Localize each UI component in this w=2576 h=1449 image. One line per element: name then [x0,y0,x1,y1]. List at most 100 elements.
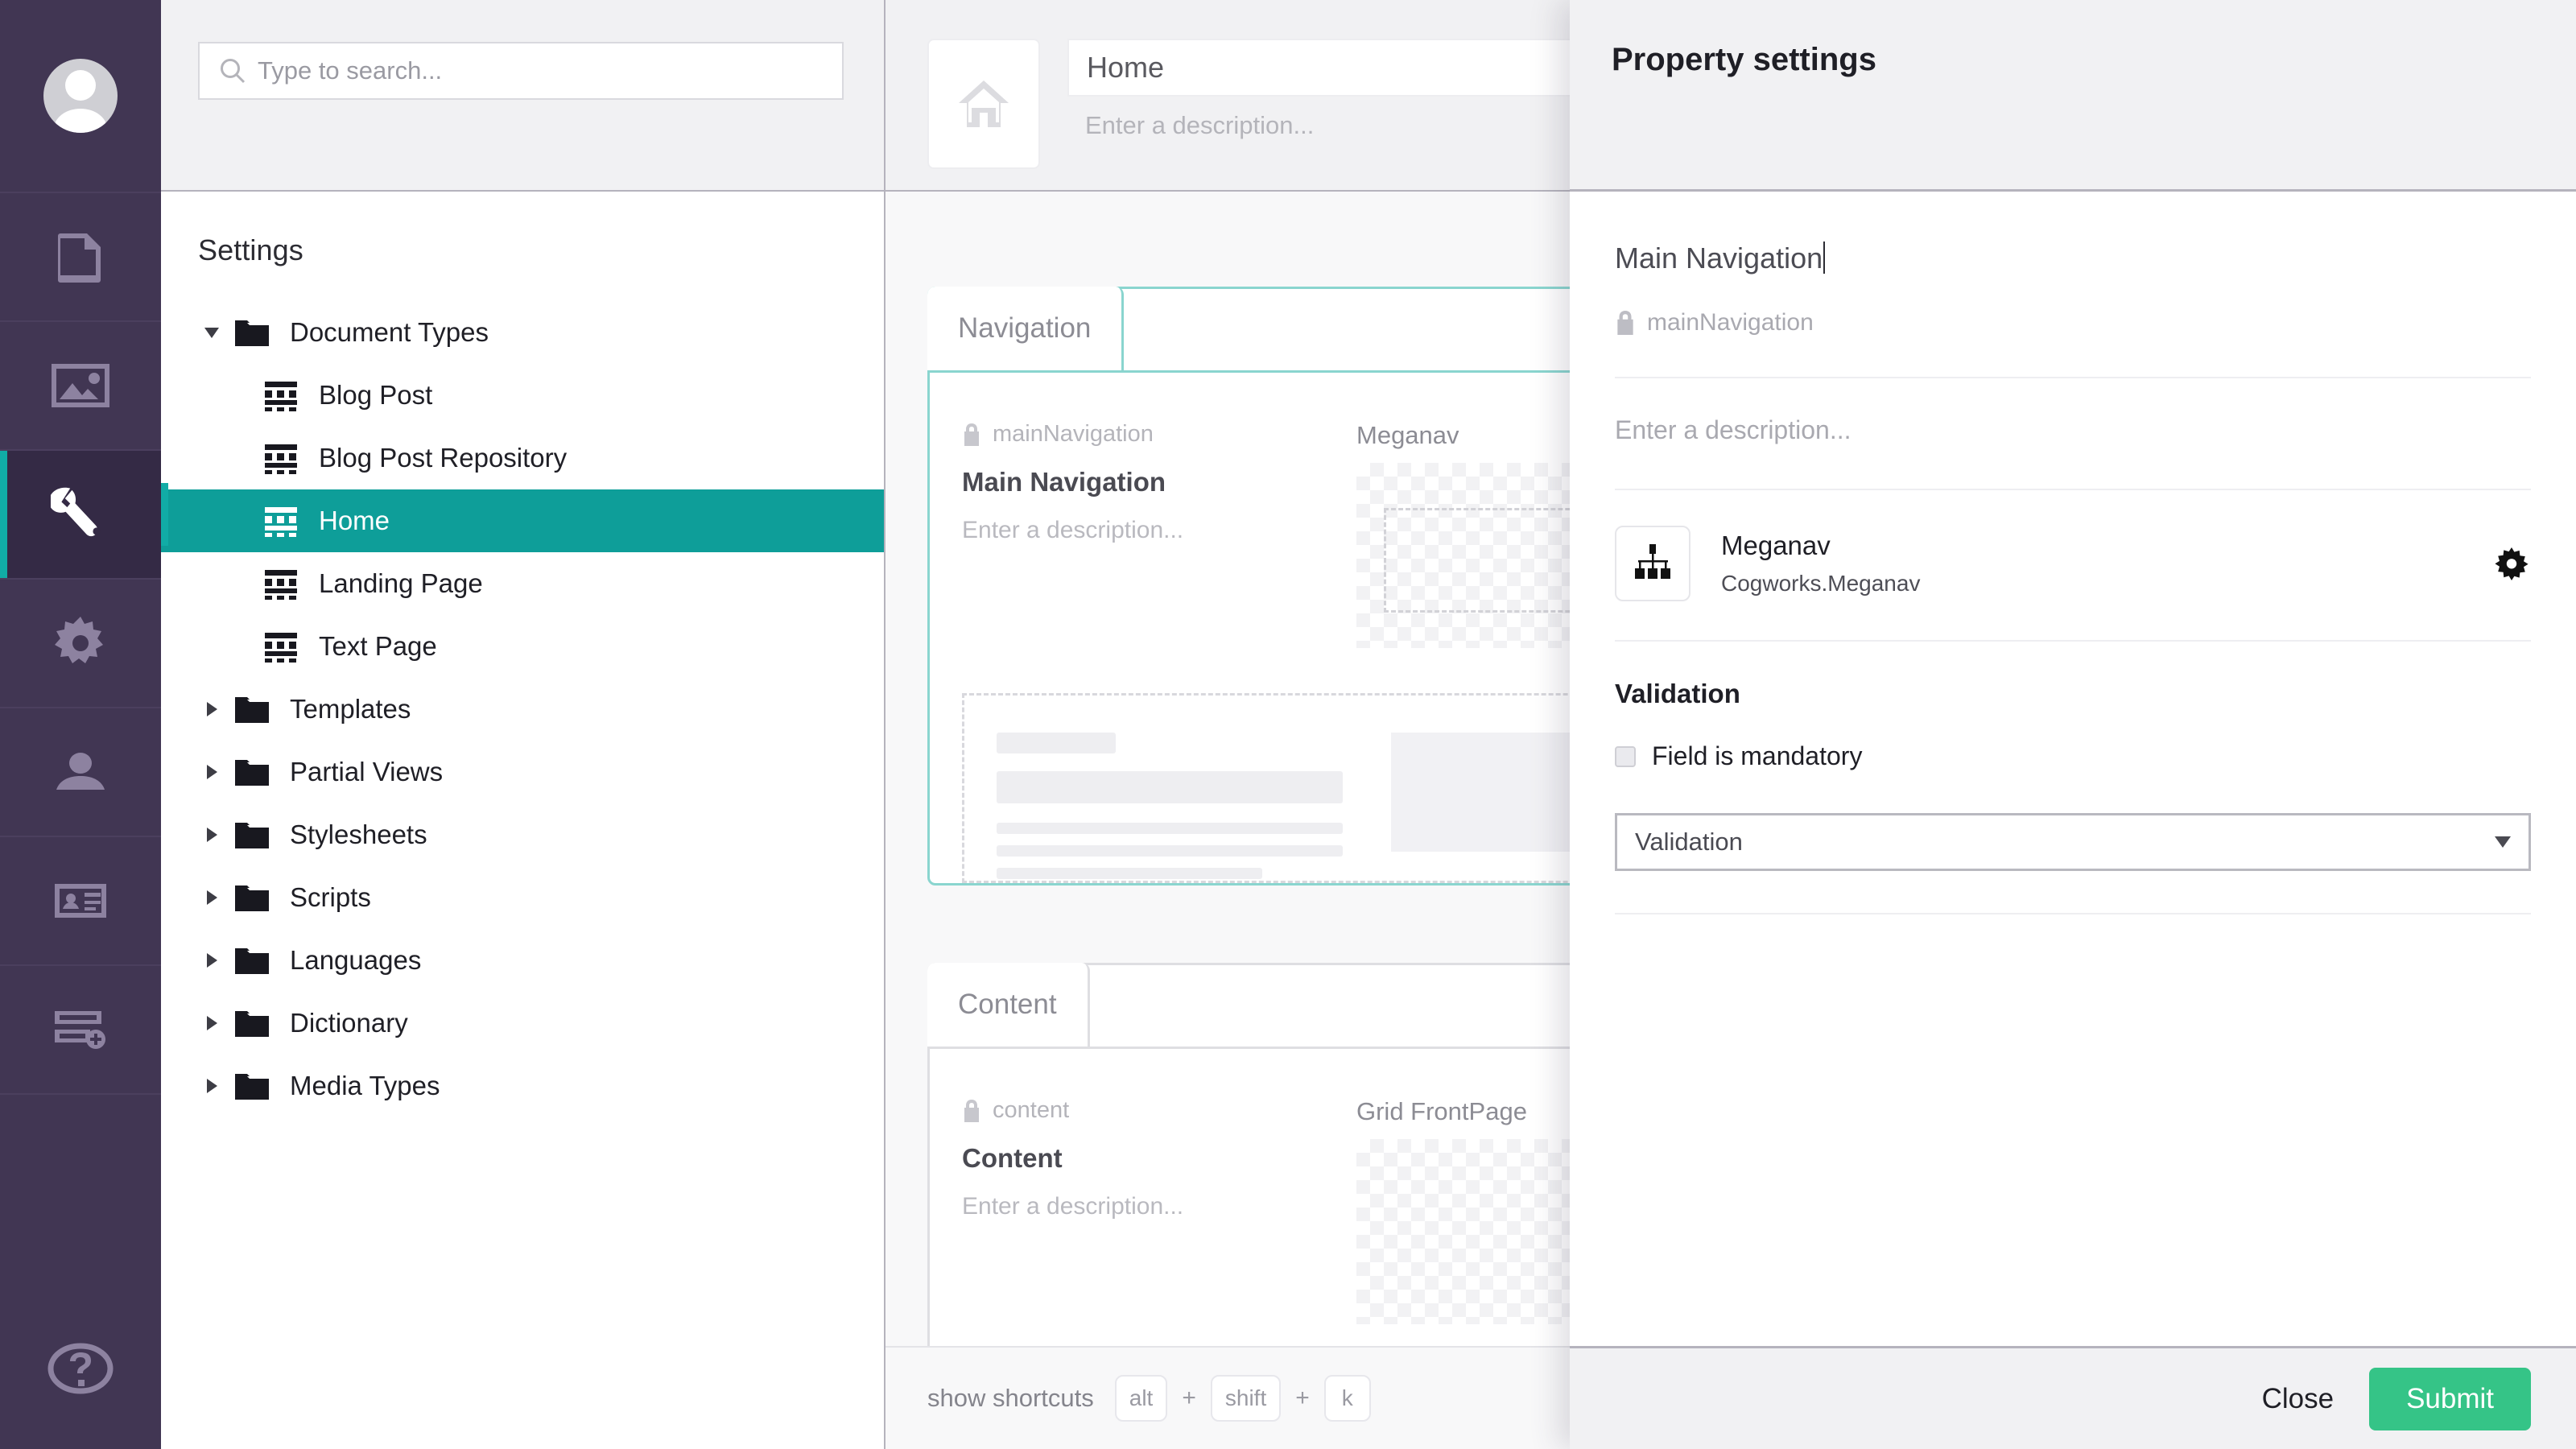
help-circle-icon [47,1342,114,1395]
sitemap-icon [1633,544,1673,583]
doctype-icon [262,378,299,412]
property-editor-text: Meganav Cogworks.Meganav [1721,530,2492,597]
app-sidebar [0,0,161,1449]
avatar[interactable] [0,0,161,193]
folder-icon [233,317,270,348]
search-box[interactable] [198,42,844,100]
close-button[interactable]: Close [2257,1375,2339,1423]
tree-item-templates[interactable]: Templates [161,678,884,741]
tree-item-dictionary[interactable]: Dictionary [161,992,884,1055]
group-tab-label: Navigation [958,312,1091,345]
skeleton-line [997,845,1343,857]
mandatory-checkbox[interactable] [1615,746,1636,767]
property-alias-value: mainNavigation [1647,309,1814,336]
property-settings-panel: Property settings Main Navigation mainNa… [1570,0,2576,1449]
gear-icon [2494,546,2529,581]
tree-item-label: Landing Page [319,568,483,599]
id-card-icon [52,881,109,920]
tree-item-text-page[interactable]: Text Page [161,615,884,678]
shortcut-key-shift[interactable]: shift [1211,1375,1281,1422]
shortcut-separator: + [1182,1385,1196,1412]
property-name-block[interactable]: Main Navigation mainNavigation [1615,192,2531,378]
tree-item-label: Home [319,506,390,536]
sidebar-item-forms[interactable] [0,966,161,1095]
sidebar-item-members[interactable] [0,837,161,966]
tree-panel-title: Settings [161,192,884,267]
tree-item-label: Templates [290,694,411,724]
tree-item-label: Partial Views [290,757,443,787]
property-alias-row: mainNavigation [962,421,1356,448]
property-editor-block[interactable]: Meganav Cogworks.Meganav [1615,490,2531,642]
folder-icon [233,1008,270,1038]
shortcuts-label: show shortcuts [927,1384,1094,1413]
forms-icon [52,1009,109,1051]
property-editor-icon-box [1615,526,1690,601]
doctype-icon-button[interactable] [927,39,1040,169]
lock-icon [1615,311,1636,335]
mandatory-label: Field is mandatory [1652,741,1862,771]
chevron-right-icon[interactable] [198,1079,225,1093]
help-button[interactable] [0,1288,161,1449]
tree-item-label: Languages [290,945,421,976]
tree-item-label: Text Page [319,631,437,662]
chevron-right-icon[interactable] [198,765,225,779]
tree-item-blog-post[interactable]: Blog Post [161,364,884,427]
search-input[interactable] [258,56,823,85]
tree-item-label: Blog Post Repository [319,443,567,473]
folder-icon [233,882,270,913]
group-tab-content[interactable]: Content [927,963,1090,1049]
validation-select[interactable]: Validation [1615,813,2531,871]
tree-item-media-types[interactable]: Media Types [161,1055,884,1117]
mandatory-checkbox-row[interactable]: Field is mandatory [1615,741,2531,771]
tree-item-document-types[interactable]: Document Types [161,301,884,364]
tree-item-label: Scripts [290,882,371,913]
tree-item-landing-page[interactable]: Landing Page [161,552,884,615]
property-name: Content [962,1143,1356,1174]
doctype-icon [262,567,299,601]
tree-item-label: Document Types [290,317,489,348]
tree-item-stylesheets[interactable]: Stylesheets [161,803,884,866]
search-icon [219,57,246,85]
sidebar-item-users[interactable] [0,708,161,837]
sidebar-item-list [0,193,161,1288]
property-description-block[interactable] [1615,378,2531,490]
chevron-right-icon[interactable] [198,828,225,842]
tree-item-partial-views[interactable]: Partial Views [161,741,884,803]
property-description-input[interactable] [1615,415,2531,445]
tree-item-blog-post-repository[interactable]: Blog Post Repository [161,427,884,489]
skeleton-line [997,771,1343,803]
property-settings-body: Main Navigation mainNavigation [1570,192,2576,1346]
tree-item-label: Dictionary [290,1008,408,1038]
property-name-value[interactable]: Main Navigation [1615,242,1823,275]
tree-item-label: Media Types [290,1071,440,1101]
chevron-down-icon [2495,836,2511,848]
home-icon [956,77,1012,130]
folder-icon [233,1071,270,1101]
sidebar-spacer [0,1095,161,1288]
tree-item-languages[interactable]: Languages [161,929,884,992]
image-icon [48,361,113,411]
tree-item-scripts[interactable]: Scripts [161,866,884,929]
property-alias: mainNavigation [993,421,1154,448]
folder-icon [233,819,270,850]
sidebar-item-content[interactable] [0,193,161,322]
sidebar-item-settings[interactable] [0,451,161,580]
shortcut-key-alt[interactable]: alt [1115,1375,1168,1422]
chevron-right-icon[interactable] [198,890,225,905]
sidebar-item-packages[interactable] [0,580,161,708]
tree-item-label: Stylesheets [290,819,427,850]
gear-icon [52,615,109,671]
chevron-right-icon[interactable] [198,953,225,968]
doctype-icon [262,441,299,475]
chevron-right-icon[interactable] [198,702,225,716]
group-tab-navigation[interactable]: Navigation [927,287,1124,373]
submit-button[interactable]: Submit [2369,1368,2531,1430]
property-alias-row[interactable]: mainNavigation [1615,309,2531,336]
property-editor-settings-button[interactable] [2492,546,2531,581]
chevron-down-icon[interactable] [198,328,225,338]
shortcut-key-k[interactable]: k [1324,1375,1371,1422]
tree-item-home[interactable]: Home [161,489,884,552]
sidebar-item-media[interactable] [0,322,161,451]
folder-icon [233,945,270,976]
chevron-right-icon[interactable] [198,1016,225,1030]
